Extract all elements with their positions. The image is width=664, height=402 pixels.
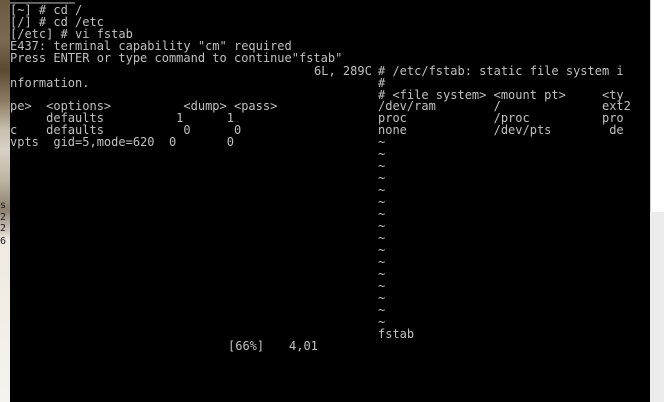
adjacent-window-edge	[650, 0, 664, 212]
background-text: 6	[0, 236, 7, 247]
background-text: 2	[0, 223, 7, 234]
fstab-row: vpts gid=5,mode=620 0 0	[10, 135, 234, 149]
desktop-background-strip: s 2 2 6	[0, 0, 10, 402]
window-edge	[650, 0, 664, 402]
wrapped-text: nformation.	[10, 76, 90, 90]
buffer-name: fstab	[378, 327, 415, 341]
background-text: 2	[0, 212, 7, 223]
background-text: s	[0, 200, 7, 211]
screen: s 2 2 6 ───────── [~] # cd / [/] # cd /e…	[0, 0, 664, 402]
scroll-percent: [66%]	[228, 339, 265, 353]
continue-prompt: Press ENTER or type command to continue"…	[10, 51, 343, 65]
terminal-window[interactable]: ───────── [~] # cd / [/] # cd /etc [/etc…	[10, 0, 650, 402]
file-info: 6L, 289C	[314, 64, 372, 78]
cursor-position: 4,01	[289, 339, 318, 353]
fstab-row: none /dev/pts de	[378, 123, 624, 137]
fstab-row: # /etc/fstab: static file system i	[378, 64, 624, 78]
